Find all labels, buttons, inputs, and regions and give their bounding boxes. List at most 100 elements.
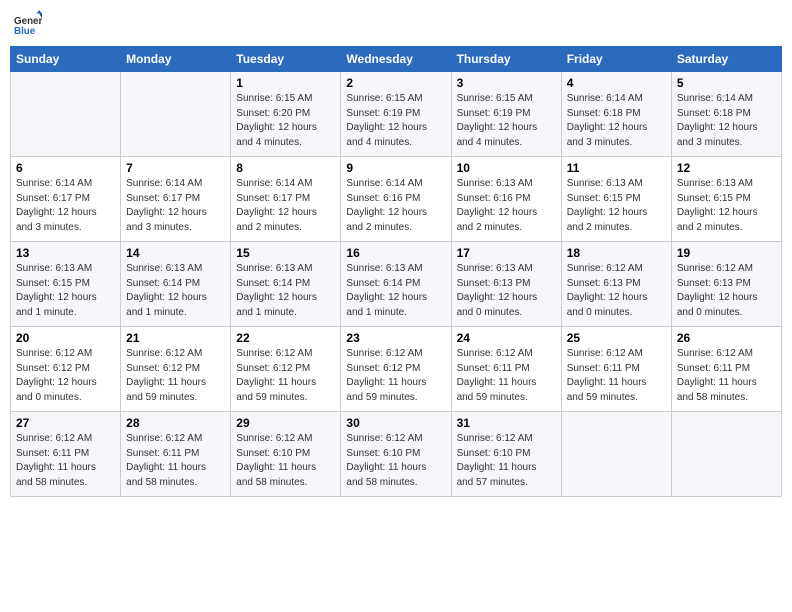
day-info: Sunrise: 6:12 AM Sunset: 6:13 PM Dayligh… xyxy=(567,262,666,320)
day-number: 16 xyxy=(346,246,445,260)
day-number: 25 xyxy=(567,331,666,345)
day-info: Sunrise: 6:14 AM Sunset: 6:17 PM Dayligh… xyxy=(16,177,115,235)
day-info: Sunrise: 6:13 AM Sunset: 6:14 PM Dayligh… xyxy=(236,262,335,320)
weekday-header-saturday: Saturday xyxy=(671,47,781,72)
calendar-table: SundayMondayTuesdayWednesdayThursdayFrid… xyxy=(10,46,782,497)
day-info: Sunrise: 6:12 AM Sunset: 6:12 PM Dayligh… xyxy=(16,347,115,405)
day-number: 9 xyxy=(346,161,445,175)
day-number: 12 xyxy=(677,161,776,175)
day-number: 20 xyxy=(16,331,115,345)
calendar-week-3: 13 Sunrise: 6:13 AM Sunset: 6:15 PM Dayli… xyxy=(11,242,782,327)
calendar-week-1: 1Sunrise: 6:15 AM Sunset: 6:20 PM Daylig… xyxy=(11,72,782,157)
day-info: Sunrise: 6:14 AM Sunset: 6:18 PM Dayligh… xyxy=(677,92,776,150)
calendar-body: 1Sunrise: 6:15 AM Sunset: 6:20 PM Daylig… xyxy=(11,72,782,497)
day-number: 4 xyxy=(567,76,666,90)
calendar-cell: 16 Sunrise: 6:13 AM Sunset: 6:14 PM Dayli… xyxy=(341,242,451,327)
day-info: Sunrise: 6:12 AM Sunset: 6:11 PM Dayligh… xyxy=(677,347,776,405)
day-number: 28 xyxy=(126,416,225,430)
day-info: Sunrise: 6:12 AM Sunset: 6:12 PM Dayligh… xyxy=(236,347,335,405)
day-number: 27 xyxy=(16,416,115,430)
calendar-cell: 29Sunrise: 6:12 AM Sunset: 6:10 PM Dayli… xyxy=(231,412,341,497)
day-info: Sunrise: 6:14 AM Sunset: 6:17 PM Dayligh… xyxy=(126,177,225,235)
calendar-cell: 9Sunrise: 6:14 AM Sunset: 6:16 PM Daylig… xyxy=(341,157,451,242)
day-number: 30 xyxy=(346,416,445,430)
calendar-cell: 2Sunrise: 6:15 AM Sunset: 6:19 PM Daylig… xyxy=(341,72,451,157)
day-info: Sunrise: 6:12 AM Sunset: 6:11 PM Dayligh… xyxy=(126,432,225,490)
day-info: Sunrise: 6:12 AM Sunset: 6:11 PM Dayligh… xyxy=(567,347,666,405)
day-info: Sunrise: 6:13 AM Sunset: 6:14 PM Dayligh… xyxy=(346,262,445,320)
calendar-cell xyxy=(561,412,671,497)
day-info: Sunrise: 6:12 AM Sunset: 6:10 PM Dayligh… xyxy=(457,432,556,490)
day-number: 13 xyxy=(16,246,115,260)
day-info: Sunrise: 6:13 AM Sunset: 6:15 PM Dayligh… xyxy=(567,177,666,235)
calendar-cell: 30 Sunrise: 6:12 AM Sunset: 6:10 PM Dayli… xyxy=(341,412,451,497)
day-number: 17 xyxy=(457,246,556,260)
day-number: 15 xyxy=(236,246,335,260)
day-info: Sunrise: 6:15 AM Sunset: 6:19 PM Dayligh… xyxy=(346,92,445,150)
day-info: Sunrise: 6:12 AM Sunset: 6:11 PM Dayligh… xyxy=(16,432,115,490)
day-info: Sunrise: 6:14 AM Sunset: 6:18 PM Dayligh… xyxy=(567,92,666,150)
day-info: Sunrise: 6:15 AM Sunset: 6:19 PM Dayligh… xyxy=(457,92,556,150)
calendar-week-5: 27 Sunrise: 6:12 AM Sunset: 6:11 PM Dayli… xyxy=(11,412,782,497)
calendar-cell: 5 Sunrise: 6:14 AM Sunset: 6:18 PM Daylig… xyxy=(671,72,781,157)
svg-text:Blue: Blue xyxy=(14,26,36,37)
weekday-header-friday: Friday xyxy=(561,47,671,72)
day-number: 24 xyxy=(457,331,556,345)
calendar-cell: 27 Sunrise: 6:12 AM Sunset: 6:11 PM Dayli… xyxy=(11,412,121,497)
day-info: Sunrise: 6:13 AM Sunset: 6:13 PM Dayligh… xyxy=(457,262,556,320)
page-header: General Blue xyxy=(10,10,782,38)
day-info: Sunrise: 6:12 AM Sunset: 6:12 PM Dayligh… xyxy=(346,347,445,405)
day-number: 3 xyxy=(457,76,556,90)
logo-icon: General Blue xyxy=(14,10,42,38)
calendar-cell: 22 Sunrise: 6:12 AM Sunset: 6:12 PM Dayli… xyxy=(231,327,341,412)
day-number: 11 xyxy=(567,161,666,175)
weekday-header-sunday: Sunday xyxy=(11,47,121,72)
day-number: 8 xyxy=(236,161,335,175)
weekday-header-thursday: Thursday xyxy=(451,47,561,72)
calendar-cell: 1Sunrise: 6:15 AM Sunset: 6:20 PM Daylig… xyxy=(231,72,341,157)
weekday-header-row: SundayMondayTuesdayWednesdayThursdayFrid… xyxy=(11,47,782,72)
day-number: 18 xyxy=(567,246,666,260)
calendar-cell: 15 Sunrise: 6:13 AM Sunset: 6:14 PM Dayli… xyxy=(231,242,341,327)
day-number: 5 xyxy=(677,76,776,90)
calendar-cell: 12 Sunrise: 6:13 AM Sunset: 6:15 PM Dayli… xyxy=(671,157,781,242)
day-info: Sunrise: 6:13 AM Sunset: 6:15 PM Dayligh… xyxy=(16,262,115,320)
calendar-cell: 8 Sunrise: 6:14 AM Sunset: 6:17 PM Daylig… xyxy=(231,157,341,242)
logo: General Blue xyxy=(14,10,42,38)
calendar-cell: 14Sunrise: 6:13 AM Sunset: 6:14 PM Dayli… xyxy=(121,242,231,327)
calendar-cell: 23 Sunrise: 6:12 AM Sunset: 6:12 PM Dayli… xyxy=(341,327,451,412)
calendar-cell: 31 Sunrise: 6:12 AM Sunset: 6:10 PM Dayli… xyxy=(451,412,561,497)
calendar-cell: 28 Sunrise: 6:12 AM Sunset: 6:11 PM Dayli… xyxy=(121,412,231,497)
calendar-cell: 18 Sunrise: 6:12 AM Sunset: 6:13 PM Dayli… xyxy=(561,242,671,327)
day-info: Sunrise: 6:13 AM Sunset: 6:15 PM Dayligh… xyxy=(677,177,776,235)
calendar-cell: 19Sunrise: 6:12 AM Sunset: 6:13 PM Dayli… xyxy=(671,242,781,327)
calendar-cell: 17 Sunrise: 6:13 AM Sunset: 6:13 PM Dayli… xyxy=(451,242,561,327)
day-info: Sunrise: 6:12 AM Sunset: 6:10 PM Dayligh… xyxy=(346,432,445,490)
weekday-header-monday: Monday xyxy=(121,47,231,72)
day-number: 21 xyxy=(126,331,225,345)
day-info: Sunrise: 6:12 AM Sunset: 6:10 PM Dayligh… xyxy=(236,432,335,490)
day-number: 26 xyxy=(677,331,776,345)
calendar-cell: 7Sunrise: 6:14 AM Sunset: 6:17 PM Daylig… xyxy=(121,157,231,242)
day-info: Sunrise: 6:12 AM Sunset: 6:13 PM Dayligh… xyxy=(677,262,776,320)
calendar-cell: 10 Sunrise: 6:13 AM Sunset: 6:16 PM Dayli… xyxy=(451,157,561,242)
calendar-cell: 24 Sunrise: 6:12 AM Sunset: 6:11 PM Dayli… xyxy=(451,327,561,412)
calendar-cell: 6Sunrise: 6:14 AM Sunset: 6:17 PM Daylig… xyxy=(11,157,121,242)
day-number: 10 xyxy=(457,161,556,175)
day-info: Sunrise: 6:14 AM Sunset: 6:17 PM Dayligh… xyxy=(236,177,335,235)
calendar-cell: 4 Sunrise: 6:14 AM Sunset: 6:18 PM Daylig… xyxy=(561,72,671,157)
day-info: Sunrise: 6:15 AM Sunset: 6:20 PM Dayligh… xyxy=(236,92,335,150)
day-number: 14 xyxy=(126,246,225,260)
day-info: Sunrise: 6:13 AM Sunset: 6:16 PM Dayligh… xyxy=(457,177,556,235)
calendar-cell: 26 Sunrise: 6:12 AM Sunset: 6:11 PM Dayli… xyxy=(671,327,781,412)
calendar-week-2: 6Sunrise: 6:14 AM Sunset: 6:17 PM Daylig… xyxy=(11,157,782,242)
calendar-cell xyxy=(121,72,231,157)
day-number: 22 xyxy=(236,331,335,345)
day-info: Sunrise: 6:12 AM Sunset: 6:12 PM Dayligh… xyxy=(126,347,225,405)
calendar-cell: 13 Sunrise: 6:13 AM Sunset: 6:15 PM Dayli… xyxy=(11,242,121,327)
day-info: Sunrise: 6:12 AM Sunset: 6:11 PM Dayligh… xyxy=(457,347,556,405)
day-number: 31 xyxy=(457,416,556,430)
calendar-cell: 3 Sunrise: 6:15 AM Sunset: 6:19 PM Daylig… xyxy=(451,72,561,157)
day-number: 23 xyxy=(346,331,445,345)
weekday-header-wednesday: Wednesday xyxy=(341,47,451,72)
